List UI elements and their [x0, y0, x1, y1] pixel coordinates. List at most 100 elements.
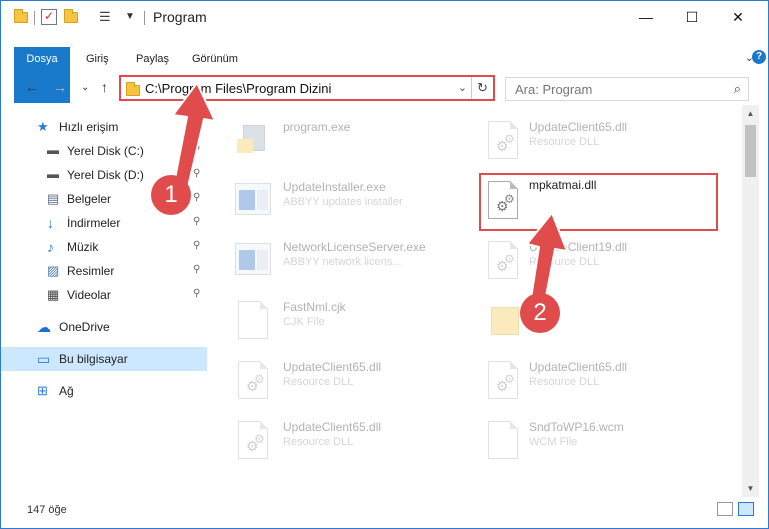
- title-bar: ✓ ☰ ▼ Program — ☐ ✕: [1, 1, 768, 33]
- item-count: 147 öğe: [27, 504, 67, 516]
- file-description: ABBYY network licens...: [283, 256, 402, 268]
- pin-icon: ⚲: [193, 240, 201, 251]
- file-description: Resource DLL: [283, 436, 354, 448]
- tab-share[interactable]: Paylaş: [125, 47, 180, 71]
- close-button[interactable]: ✕: [715, 1, 761, 33]
- file-item[interactable]: [461, 289, 711, 345]
- address-dropdown-icon[interactable]: ⌄: [458, 81, 467, 94]
- sidebar-item-label: Resimler: [67, 264, 115, 278]
- up-button[interactable]: ↑: [101, 79, 108, 95]
- file-description: Resource DLL: [529, 136, 600, 148]
- dll-icon: ⚙ ⚙: [483, 359, 523, 401]
- callout-badge-2: 2: [520, 293, 560, 333]
- dll-icon: ⚙ ⚙: [233, 359, 273, 401]
- scroll-down-icon[interactable]: ▼: [742, 480, 759, 497]
- forward-button[interactable]: →: [53, 79, 67, 95]
- sidebar-item-music[interactable]: ♪ Müzik ⚲: [1, 235, 207, 259]
- file-item[interactable]: NetworkLicenseServer.exe ABBYY network l…: [211, 229, 461, 285]
- customize-toolbar-icon[interactable]: ☰: [99, 9, 115, 25]
- minimize-button[interactable]: —: [623, 1, 669, 33]
- file-item[interactable]: ⚙ ⚙ UpdateClient65.dll Resource DLL: [461, 349, 711, 405]
- file-name: UpdateClient65.dll: [529, 360, 628, 374]
- tiles-view-icon[interactable]: [738, 502, 754, 516]
- sidebar-item-local-disk-c[interactable]: ▬ Yerel Disk (C:) ⚲: [1, 139, 207, 163]
- navigation-bar: ← → ⌄ ↑ C:\Program Files\Program Dizini …: [1, 73, 768, 105]
- pin-icon: ⚲: [193, 216, 201, 227]
- navigation-pane: ★ Hızlı erişim ▬ Yerel Disk (C:) ⚲ ▬ Yer…: [1, 111, 209, 495]
- divider: [144, 11, 145, 25]
- sidebar-item-this-pc[interactable]: ▭ Bu bilgisayar: [1, 347, 207, 371]
- qat-dropdown-icon[interactable]: ▼: [125, 11, 141, 27]
- file-description: Resource DLL: [529, 256, 600, 268]
- properties-icon[interactable]: ✓: [41, 9, 57, 25]
- scroll-up-icon[interactable]: ▲: [742, 105, 759, 122]
- star-icon: ★: [37, 119, 49, 134]
- file-item[interactable]: ⚙ ⚙ UpdateClient65.dll Resource DLL: [211, 349, 461, 405]
- dll-icon: ⚙ ⚙: [483, 239, 523, 281]
- divider: [34, 11, 35, 25]
- file-item[interactable]: UpdateInstaller.exe ABBYY updates instal…: [211, 169, 461, 225]
- recent-locations-button[interactable]: ⌄: [81, 82, 89, 93]
- sidebar-item-videos[interactable]: ▦ Videolar ⚲: [1, 283, 207, 307]
- status-bar: 147 öğe: [1, 498, 768, 522]
- file-item[interactable]: program.exe: [211, 109, 461, 165]
- address-bar[interactable]: C:\Program Files\Program Dizini ⌄ ↻: [119, 75, 495, 101]
- file-item[interactable]: SndToWP16.wcm WCM File: [461, 409, 711, 465]
- sidebar-item-onedrive[interactable]: ☁ OneDrive: [1, 315, 207, 339]
- file-item[interactable]: ⚙ ⚙ UpdateClient65.dll Resource DLL: [211, 409, 461, 465]
- file-name: SndToWP16.wcm: [529, 420, 624, 434]
- search-icon[interactable]: ⌕: [734, 81, 741, 97]
- file-name: UpdateClient19.dll: [529, 240, 628, 254]
- pin-icon: ⚲: [193, 168, 201, 179]
- search-input[interactable]: Ara: Program ⌕: [505, 77, 749, 101]
- computer-icon: ▭: [37, 351, 51, 367]
- back-button[interactable]: ←: [25, 79, 39, 95]
- file-description: WCM File: [529, 436, 578, 448]
- file-name: UpdateInstaller.exe: [283, 180, 386, 194]
- file-description: Resource DLL: [283, 376, 354, 388]
- sidebar-item-downloads[interactable]: ↓ İndirmeler ⚲: [1, 211, 207, 235]
- folder-icon: [125, 82, 141, 96]
- drive-icon: ▬: [47, 167, 59, 181]
- sidebar-item-pictures[interactable]: ▨ Resimler ⚲: [1, 259, 207, 283]
- sidebar-item-label: Müzik: [67, 240, 99, 254]
- file-icon: [233, 299, 273, 341]
- pin-icon: ⚲: [193, 144, 201, 155]
- dll-icon: ⚙ ⚙: [233, 419, 273, 461]
- file-item[interactable]: ⚙ ⚙ UpdateClient19.dll Resource DLL: [461, 229, 711, 285]
- refresh-button[interactable]: ↻: [471, 77, 493, 99]
- sidebar-item-label: Videolar: [67, 288, 111, 302]
- sidebar-item-quick-access[interactable]: ★ Hızlı erişim: [1, 115, 207, 139]
- help-icon[interactable]: ?: [752, 50, 766, 64]
- ribbon-tabs: Dosya Giriş Paylaş Görünüm ⌄ ?: [1, 45, 768, 103]
- sidebar-item-label: Belgeler: [67, 192, 112, 206]
- explorer-window: ✓ ☰ ▼ Program — ☐ ✕ Dosya Giriş Paylaş G…: [0, 0, 769, 529]
- network-icon: ⊞: [37, 383, 48, 398]
- details-view-icon[interactable]: [717, 502, 733, 516]
- drive-icon: ▬: [47, 143, 59, 157]
- file-name: program.exe: [283, 120, 351, 134]
- file-name: UpdateClient65.dll: [283, 420, 382, 434]
- file-name: UpdateClient65.dll: [283, 360, 382, 374]
- tab-home[interactable]: Giriş: [75, 47, 120, 71]
- sidebar-item-label: İndirmeler: [67, 216, 121, 230]
- file-item[interactable]: ⚙ ⚙ UpdateClient65.dll Resource DLL: [461, 109, 711, 165]
- pin-icon: ⚲: [193, 264, 201, 275]
- documents-icon: ▤: [47, 191, 60, 206]
- tab-view[interactable]: Görünüm: [181, 47, 249, 71]
- sidebar-item-label: Yerel Disk (D:): [67, 168, 144, 182]
- sidebar-item-label: Yerel Disk (C:): [67, 144, 144, 158]
- vertical-scrollbar[interactable]: ▲ ▼: [742, 105, 759, 497]
- folder-icon: [13, 9, 29, 25]
- file-name: FastNml.cjk: [283, 300, 346, 314]
- highlight-box: [479, 173, 718, 231]
- sidebar-item-network[interactable]: ⊞ Ağ: [1, 379, 207, 403]
- sidebar-item-label: Hızlı erişim: [59, 120, 119, 134]
- pin-icon: ⚲: [193, 192, 201, 203]
- file-item[interactable]: FastNml.cjk CJK File: [211, 289, 461, 345]
- scroll-thumb[interactable]: [745, 125, 756, 177]
- maximize-button[interactable]: ☐: [669, 1, 715, 33]
- new-folder-icon[interactable]: [63, 9, 79, 25]
- address-path: C:\Program Files\Program Dizini: [145, 81, 332, 96]
- sidebar-item-label: Ağ: [59, 384, 74, 398]
